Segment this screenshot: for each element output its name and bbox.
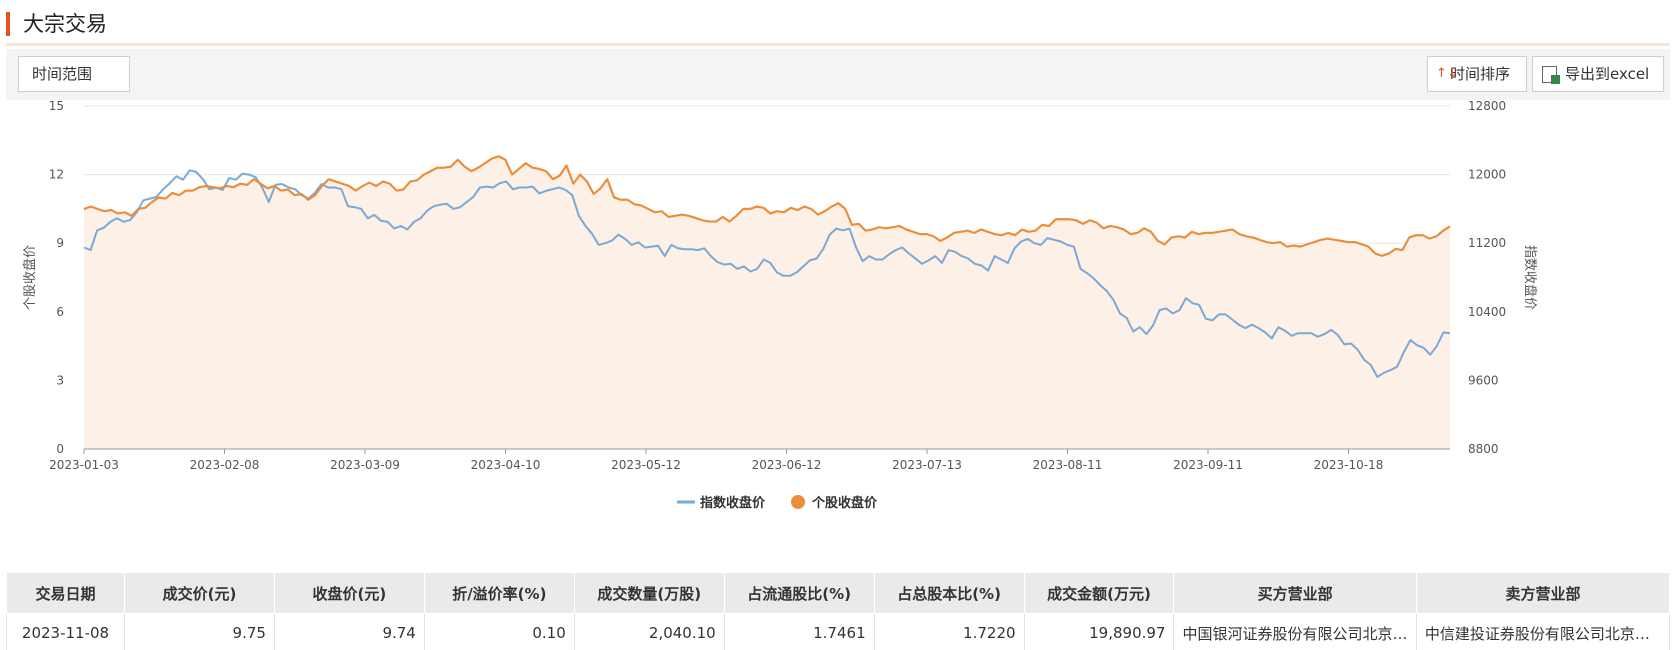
excel-file-icon [1542,66,1560,84]
x-tick-label: 2023-02-08 [190,458,260,472]
cell-close-price: 9.74 [273,613,425,650]
col-header-amount[interactable]: 成交金额(万元) [1023,572,1175,614]
legend-stock-label: 个股收盘价 [811,495,878,511]
chart-svg: 0 3 6 9 12 15 8800 9600 10400 11200 12000 12800 2023… [22,100,1538,511]
cell-total-ratio: 1.7220 [873,613,1025,650]
col-header-premium-rate[interactable]: 折/溢价率(%) [423,572,575,614]
col-header-buyer[interactable]: 买方营业部 [1173,572,1417,614]
table-row: 2023-11-08 9.75 9.74 0.10 2,040.10 1.746… [6,613,1670,650]
time-range-button[interactable]: 时间范围 [18,56,130,92]
x-tick-label: 2023-08-11 [1033,458,1103,472]
cell-amount: 19,890.97 [1023,613,1175,650]
left-tick-label: 12 [49,168,64,182]
page-header: 大宗交易 [6,6,1670,46]
legend-index-label: 指数收盘价 [700,495,766,511]
col-header-total-ratio[interactable]: 占总股本比(%) [873,572,1025,614]
cell-float-ratio: 1.7461 [723,613,875,650]
x-tick-label: 2023-06-12 [752,458,822,472]
col-header-float-ratio[interactable]: 占流通股比(%) [723,572,875,614]
left-tick-label: 9 [56,236,64,250]
left-axis-title: 个股收盘价 [22,245,38,310]
col-header-trade-date[interactable]: 交易日期 [6,572,126,614]
sort-arrows-icon: ↑↓ [1436,66,1458,81]
right-tick-label: 12000 [1468,168,1506,182]
price-chart: 0 3 6 9 12 15 8800 9600 10400 11200 12000 12800 2023… [6,100,1670,572]
block-trade-table: 交易日期 成交价(元) 收盘价(元) 折/溢价率(%) 成交数量(万股) 占流通… [6,572,1670,650]
x-tick-label: 2023-04-10 [471,458,541,472]
export-excel-label: 导出到excel [1565,65,1650,83]
right-tick-label: 12800 [1468,100,1506,113]
cell-buyer[interactable]: 中国银河证券股份有限公司北京中关村大街证券营业部 [1173,613,1417,650]
table-header-row: 交易日期 成交价(元) 收盘价(元) 折/溢价率(%) 成交数量(万股) 占流通… [6,572,1670,614]
right-tick-label: 9600 [1468,373,1499,387]
left-tick-label: 15 [49,100,64,113]
cell-premium-rate: 0.10 [423,613,575,650]
right-tick-label: 10400 [1468,305,1506,319]
col-header-volume[interactable]: 成交数量(万股) [573,572,725,614]
page-title: 大宗交易 [23,12,107,36]
block-trade-table-wrap: 交易日期 成交价(元) 收盘价(元) 折/溢价率(%) 成交数量(万股) 占流通… [6,572,1670,650]
right-axis-title: 指数收盘价 [1522,245,1538,310]
right-tick-label: 8800 [1468,442,1499,456]
cell-deal-price: 9.75 [124,613,275,650]
time-sort-label: 时间排序 [1450,65,1511,83]
series-area [84,156,1450,450]
left-tick-label: 3 [56,373,64,387]
col-header-deal-price[interactable]: 成交价(元) [124,572,275,614]
cell-seller[interactable]: 中信建投证券股份有限公司北京东城分公司 [1415,613,1670,650]
x-tick-label: 2023-07-13 [892,458,962,472]
legend-stock-swatch [791,495,805,509]
x-tick-label: 2023-09-11 [1173,458,1243,472]
cell-trade-date: 2023-11-08 [6,613,126,650]
area-layer [84,156,1450,450]
left-tick-label: 0 [56,442,64,456]
x-tick-label: 2023-03-09 [330,458,400,472]
time-sort-button[interactable]: ↑↓ 时间排序 [1427,56,1527,92]
col-header-close-price[interactable]: 收盘价(元) [273,572,425,614]
x-tick-label: 2023-10-18 [1314,458,1384,472]
title-accent-bar [6,12,10,36]
toolbar: 时间范围 ↑↓ 时间排序 导出到excel [6,49,1670,100]
col-header-seller[interactable]: 卖方营业部 [1415,572,1670,614]
x-tick-label: 2023-05-12 [611,458,681,472]
right-tick-label: 11200 [1468,236,1506,250]
chart-legend: 指数收盘价 个股收盘价 [677,495,878,511]
export-excel-button[interactable]: 导出到excel [1532,56,1664,92]
cell-volume: 2,040.10 [573,613,725,650]
left-tick-label: 6 [56,305,64,319]
x-tick-label: 2023-01-03 [49,458,119,472]
